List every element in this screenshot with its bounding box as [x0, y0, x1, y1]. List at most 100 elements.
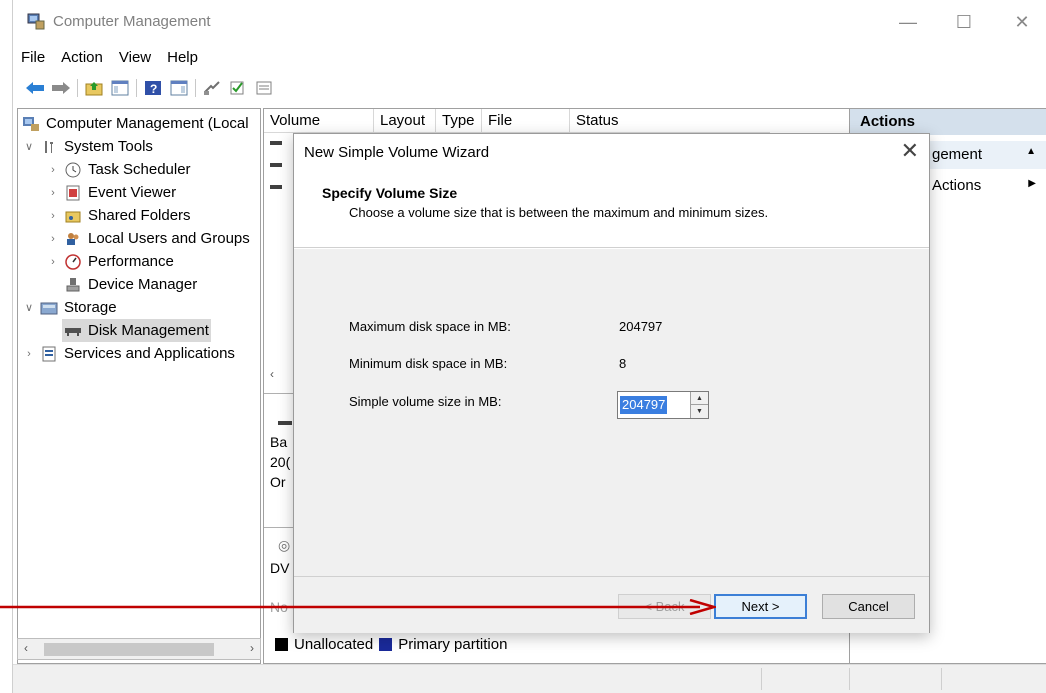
- chevron-right-icon[interactable]: ›: [46, 210, 60, 222]
- console-tree: Computer Management (Local ∨ System Tool…: [17, 108, 261, 664]
- tree-item-device-manager[interactable]: Device Manager: [64, 273, 197, 296]
- up-folder-icon[interactable]: [84, 79, 104, 97]
- menu-help[interactable]: Help: [159, 49, 206, 66]
- chevron-right-icon[interactable]: ›: [46, 256, 60, 268]
- stepper-down-icon[interactable]: ▼: [691, 405, 708, 418]
- primary-partition-swatch: [379, 638, 393, 651]
- scroll-left-icon[interactable]: ‹: [270, 367, 274, 381]
- unallocated-swatch: [275, 638, 288, 651]
- wizard-header: Specify Volume Size Choose a volume size…: [294, 172, 929, 248]
- toolbar-separator: [77, 79, 78, 97]
- maximize-button[interactable]: ☐: [949, 10, 979, 34]
- volume-size-stepper[interactable]: 204797 ▲ ▼: [617, 391, 709, 419]
- min-disk-space-value: 8: [619, 356, 627, 371]
- chevron-right-icon[interactable]: ›: [22, 348, 36, 360]
- menu-view[interactable]: View: [111, 49, 159, 66]
- toolbar: ?: [13, 75, 274, 101]
- volume-icon: [270, 185, 282, 189]
- window-title: Computer Management: [53, 13, 211, 30]
- tree-item-root[interactable]: Computer Management (Local: [22, 112, 249, 135]
- scrollbar-thumb[interactable]: [44, 643, 214, 656]
- legend-unallocated: Unallocated: [294, 636, 374, 653]
- tree-item-performance[interactable]: › Performance: [46, 250, 174, 273]
- services-icon: [40, 345, 58, 363]
- checklist-icon[interactable]: [228, 79, 248, 97]
- tree-item-event-viewer[interactable]: › Event Viewer: [46, 181, 176, 204]
- title-bar: Computer Management — ☐ ✕: [13, 0, 1046, 44]
- volume-icon: [270, 163, 282, 167]
- volume-size-label: Simple volume size in MB:: [349, 394, 502, 409]
- toolbar-separator: [195, 79, 196, 97]
- tree-item-storage[interactable]: ∨ Storage: [22, 296, 117, 319]
- tools-icon: [40, 138, 58, 156]
- connect-icon[interactable]: [202, 79, 222, 97]
- forward-arrow-icon[interactable]: [51, 79, 71, 97]
- dialog-title: New Simple Volume Wizard: [304, 144, 490, 161]
- tree-item-system-tools[interactable]: ∨ System Tools: [22, 135, 153, 158]
- users-icon: [64, 230, 82, 248]
- storage-icon: [40, 299, 58, 317]
- shared-folders-icon: [64, 207, 82, 225]
- menu-file[interactable]: File: [13, 49, 53, 66]
- cancel-button[interactable]: Cancel: [822, 594, 915, 619]
- scroll-left-icon[interactable]: ‹: [24, 641, 28, 655]
- new-simple-volume-wizard: New Simple Volume Wizard ✕ Specify Volum…: [293, 133, 930, 633]
- disk-status-label: Or: [270, 474, 286, 490]
- stepper-up-icon[interactable]: ▲: [691, 392, 708, 405]
- disk-size-label: 20(: [270, 454, 291, 470]
- chevron-right-icon[interactable]: ›: [46, 187, 60, 199]
- submenu-arrow-icon: ▶: [1028, 178, 1036, 189]
- legend-primary-partition: Primary partition: [398, 636, 508, 653]
- show-console-tree-icon[interactable]: [110, 79, 130, 97]
- tree-horizontal-scrollbar[interactable]: ‹ ›: [17, 638, 261, 660]
- svg-text:?: ?: [150, 82, 157, 96]
- stepper-buttons: ▲ ▼: [690, 392, 708, 418]
- wizard-subheading: Choose a volume size that is between the…: [349, 205, 769, 220]
- show-action-pane-icon[interactable]: [169, 79, 189, 97]
- wizard-body: Maximum disk space in MB: 204797 Minimum…: [294, 249, 929, 576]
- scroll-right-icon[interactable]: ›: [250, 641, 254, 655]
- volume-table-header: Volume Layout Type File System Status: [264, 109, 770, 153]
- computer-management-icon: [27, 12, 45, 30]
- wizard-heading: Specify Volume Size: [322, 185, 458, 201]
- minimize-button[interactable]: —: [893, 10, 923, 34]
- tree-item-task-scheduler[interactable]: › Task Scheduler: [46, 158, 190, 181]
- status-divider: [941, 668, 942, 690]
- column-layout[interactable]: Layout: [374, 109, 436, 133]
- dvd-drive-icon: ◎: [278, 537, 291, 553]
- tree-item-shared-folders[interactable]: › Shared Folders: [46, 204, 190, 227]
- volume-icon: [270, 141, 282, 145]
- help-icon[interactable]: ?: [143, 79, 163, 97]
- disk-basic-label: Ba: [270, 434, 288, 450]
- disk-icon: [278, 421, 292, 425]
- toolbar-separator: [136, 79, 137, 97]
- annotation-arrow: [0, 599, 716, 615]
- menu-action[interactable]: Action: [53, 49, 111, 66]
- menu-bar: File Action View Help: [13, 44, 206, 70]
- column-file-system[interactable]: File System: [482, 109, 570, 153]
- close-dialog-button[interactable]: ✕: [901, 138, 919, 164]
- properties-icon[interactable]: [254, 79, 274, 97]
- next-button[interactable]: Next >: [714, 594, 807, 619]
- tree-item-services-applications[interactable]: › Services and Applications: [22, 342, 235, 365]
- chevron-right-icon[interactable]: ›: [46, 164, 60, 176]
- close-window-button[interactable]: ✕: [1007, 10, 1037, 34]
- status-bar: [13, 664, 1046, 693]
- chevron-down-icon[interactable]: ∨: [22, 140, 36, 153]
- volume-size-input[interactable]: 204797: [620, 396, 668, 414]
- min-disk-space-label: Minimum disk space in MB:: [349, 356, 508, 371]
- column-volume[interactable]: Volume: [264, 109, 374, 133]
- disk-icon: [64, 322, 82, 340]
- chevron-right-icon[interactable]: ›: [46, 233, 60, 245]
- tree-item-local-users[interactable]: › Local Users and Groups: [46, 227, 250, 250]
- tree-item-disk-management[interactable]: Disk Management: [62, 319, 211, 342]
- clock-icon: [64, 161, 82, 179]
- event-viewer-icon: [64, 184, 82, 202]
- actions-header: Actions: [850, 109, 1046, 135]
- chevron-down-icon[interactable]: ∨: [22, 301, 36, 314]
- collapse-up-icon[interactable]: ▲: [1026, 146, 1036, 157]
- max-disk-space-value: 204797: [619, 319, 663, 334]
- column-type[interactable]: Type: [436, 109, 482, 133]
- column-status[interactable]: Status: [570, 109, 770, 133]
- back-arrow-icon[interactable]: [25, 79, 45, 97]
